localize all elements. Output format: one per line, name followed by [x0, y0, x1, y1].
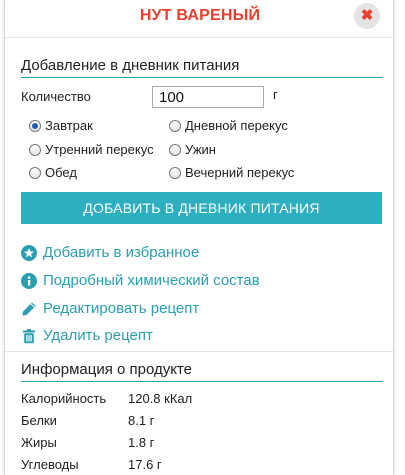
radio-button[interactable] [29, 119, 41, 132]
diary-section-title: Добавление в дневник питания [21, 57, 383, 78]
meal-radio-afternoon-snack[interactable]: Дневной перекус [169, 118, 288, 133]
dialog-title: НУТ ВАРЕНЫЙ [139, 7, 261, 24]
meal-radio-breakfast[interactable]: Завтрак [29, 118, 93, 133]
info-value: 120.8 кКал [128, 391, 193, 406]
meal-label: Обед [45, 165, 77, 180]
info-name: Калорийность [21, 391, 107, 406]
close-button[interactable]: ✖ [354, 3, 380, 29]
quantity-unit: г [273, 87, 278, 102]
meal-label: Ужин [185, 142, 216, 157]
meal-label: Дневной перекус [185, 118, 288, 133]
info-value: 8.1 г [128, 413, 155, 428]
meal-radio-lunch[interactable]: Обед [29, 165, 77, 180]
radio-button[interactable] [29, 143, 41, 156]
meal-label: Утренний перекус [45, 142, 154, 157]
link-label: Удалить рецепт [43, 327, 153, 344]
link-label: Редактировать рецепт [43, 300, 200, 317]
trash-icon [21, 328, 37, 344]
meal-label: Завтрак [45, 118, 93, 133]
pencil-icon [21, 301, 37, 317]
radio-button[interactable] [29, 166, 41, 179]
add-to-favorites-link[interactable]: Добавить в избранное [21, 244, 199, 261]
quantity-label: Количество [21, 89, 91, 104]
link-label: Добавить в избранное [43, 244, 200, 261]
info-name: Белки [21, 413, 57, 428]
quantity-input[interactable] [152, 86, 264, 108]
radio-button[interactable] [169, 143, 181, 156]
radio-button[interactable] [169, 119, 181, 132]
meal-radio-morning-snack[interactable]: Утренний перекус [29, 142, 154, 157]
meal-radio-dinner[interactable]: Ужин [169, 142, 216, 157]
meal-label: Вечерний перекус [185, 165, 295, 180]
info-name: Углеводы [21, 457, 79, 472]
product-info-title: Информация о продукте [21, 361, 383, 382]
radio-button[interactable] [169, 166, 181, 179]
meal-radio-evening-snack[interactable]: Вечерний перекус [169, 165, 294, 180]
add-to-diary-button[interactable]: ДОБАВИТЬ В ДНЕВНИК ПИТАНИЯ [21, 192, 382, 224]
info-name: Жиры [21, 435, 57, 450]
divider [5, 351, 393, 352]
delete-recipe-link[interactable]: Удалить рецепт [21, 327, 153, 344]
chemical-composition-link[interactable]: Подробный химический состав [21, 272, 260, 289]
info-value: 17.6 г [128, 457, 162, 472]
close-icon: ✖ [360, 7, 374, 24]
dialog-header: НУТ ВАРЕНЫЙ ✖ [5, 0, 393, 38]
edit-recipe-link[interactable]: Редактировать рецепт [21, 300, 199, 317]
product-dialog: НУТ ВАРЕНЫЙ ✖ Добавление в дневник питан… [4, 0, 394, 475]
info-icon [21, 272, 37, 289]
star-icon [21, 244, 37, 261]
link-label: Подробный химический состав [43, 272, 260, 289]
info-value: 1.8 г [128, 435, 155, 450]
